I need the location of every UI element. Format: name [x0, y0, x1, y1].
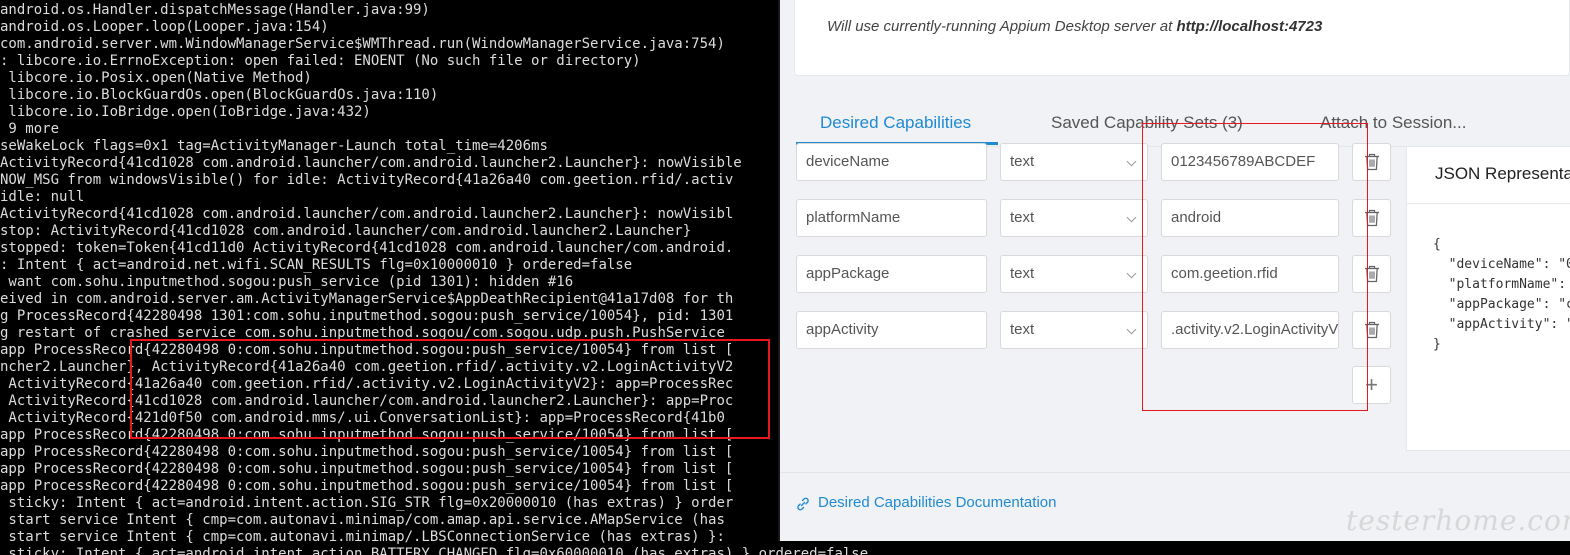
json-panel-divider [1407, 203, 1570, 204]
capability-name-input[interactable]: deviceName [796, 143, 987, 181]
console-line: ActivityRecord{421d0f50 com.android.mms/… [0, 410, 725, 426]
footer-divider [780, 472, 1570, 473]
json-line: "deviceName": "0123456789ABCDEF", [1448, 257, 1570, 272]
delete-capability-button[interactable] [1352, 199, 1391, 237]
console-line: seWakeLock flags=0x1 tag=ActivityManager… [0, 138, 548, 154]
console-line: app ProcessRecord{42280498 0:com.sohu.in… [0, 342, 734, 358]
server-info-card: Will use currently-running Appium Deskto… [794, 0, 1570, 76]
server-info-prefix: Will use currently-running Appium Deskto… [827, 18, 1177, 35]
json-line: "appPackage": "com.geetion.rfid", [1448, 297, 1570, 312]
capability-type-value: text [1010, 265, 1035, 282]
appium-session-window: Will use currently-running Appium Deskto… [780, 0, 1570, 541]
console-line: sticky: Intent { act=android.intent.acti… [0, 495, 734, 511]
console-line: com.android.server.wm.WindowManagerServi… [0, 36, 725, 52]
console-line: libcore.io.IoBridge.open(IoBridge.java:4… [0, 104, 371, 120]
capability-type-value: text [1010, 153, 1035, 170]
capability-type-value: text [1010, 321, 1035, 338]
console-line: g ProcessRecord{42280498 1301:com.sohu.i… [0, 308, 734, 324]
delete-capability-button[interactable] [1352, 143, 1391, 181]
console-line: : Intent { act=android.net.wifi.SCAN_RES… [0, 257, 633, 273]
console-line: app ProcessRecord{42280498 0:com.sohu.in… [0, 461, 734, 477]
console-line: want com.sohu.inputmethod.sogou:push_ser… [0, 274, 574, 290]
delete-capability-button[interactable] [1352, 255, 1391, 293]
capability-value-input[interactable]: .activity.v2.LoginActivityV2 [1161, 311, 1339, 349]
trash-icon [1365, 153, 1379, 171]
chevron-down-icon [1126, 268, 1137, 279]
console-line: app ProcessRecord{42280498 0:com.sohu.in… [0, 427, 734, 443]
capability-type-select[interactable]: text [1000, 311, 1148, 349]
capability-type-select[interactable]: text [1000, 255, 1148, 293]
tab-saved-capability-sets[interactable]: Saved Capability Sets (3) [1051, 113, 1243, 133]
trash-icon [1365, 321, 1379, 339]
console-line: eived in com.android.server.am.ActivityM… [0, 291, 734, 307]
server-info-text: Will use currently-running Appium Deskto… [827, 18, 1322, 35]
capability-type-value: text [1010, 209, 1035, 226]
watermark: testerhome.com [1346, 504, 1570, 537]
console-line: idle: null [0, 189, 85, 205]
capability-name-input[interactable]: platformName [796, 199, 987, 237]
capability-type-select[interactable]: text [1000, 199, 1148, 237]
capability-type-select[interactable]: text [1000, 143, 1148, 181]
console-line: app ProcessRecord{42280498 0:com.sohu.in… [0, 478, 734, 494]
json-line: "appActivity": ".activity.v2.LoginActivi… [1448, 317, 1570, 332]
console-line: libcore.io.Posix.open(Native Method) [0, 70, 312, 86]
tab-attach-to-session[interactable]: Attach to Session... [1320, 113, 1466, 133]
console-line: stopped: token=Token{41cd11d0 ActivityRe… [0, 240, 734, 256]
console-line: app ProcessRecord{42280498 0:com.sohu.in… [0, 444, 734, 460]
tab-desired-capabilities[interactable]: Desired Capabilities [820, 113, 971, 133]
json-line: { [1433, 237, 1441, 252]
console-line: ncher2.Launcher}, ActivityRecord{41a26a4… [0, 359, 734, 375]
console-line: 9 more [0, 121, 60, 137]
capability-value-input[interactable]: 0123456789ABCDEF [1161, 143, 1339, 181]
plus-icon: + [1365, 372, 1378, 397]
console-line: stop: ActivityRecord{41cd1028 com.androi… [0, 223, 692, 239]
console-line: ActivityRecord{41cd1028 com.android.laun… [0, 155, 742, 171]
json-code: { "deviceName": "0123456789ABCDEF", "pla… [1433, 235, 1570, 355]
chevron-down-icon [1126, 324, 1137, 335]
console-line: ActivityRecord{41cd1028 com.android.laun… [0, 393, 734, 409]
tab-bar: Desired Capabilities Saved Capability Se… [796, 108, 1570, 147]
json-panel-title: JSON Representation [1435, 164, 1570, 183]
console-line: ActivityRecord{41a26a40 com.geetion.rfid… [0, 376, 734, 392]
console-line: android.os.Handler.dispatchMessage(Handl… [0, 2, 430, 18]
console-line: android.os.Looper.loop(Looper.java:154) [0, 19, 329, 35]
json-representation-panel: JSON Representation { "deviceName": "012… [1406, 146, 1570, 451]
trash-icon [1365, 209, 1379, 227]
server-url: http://localhost:4723 [1176, 18, 1323, 35]
doc-link-label: Desired Capabilities Documentation [818, 494, 1057, 511]
capability-value-input[interactable]: com.geetion.rfid [1161, 255, 1339, 293]
json-line: } [1433, 337, 1441, 352]
console-line: NOW_MSG from windowsVisible() for idle: … [0, 172, 734, 188]
capability-value-input[interactable]: android [1161, 199, 1339, 237]
json-line: "platformName": "android", [1448, 277, 1567, 292]
add-capability-button[interactable]: + [1352, 366, 1391, 404]
chevron-down-icon [1126, 156, 1137, 167]
console-line: : libcore.io.ErrnoException: open failed… [0, 53, 641, 69]
delete-capability-button[interactable] [1352, 311, 1391, 349]
console-line: start service Intent { cmp=com.autonavi.… [0, 512, 725, 528]
trash-icon [1365, 265, 1379, 283]
console-log: android.os.Handler.dispatchMessage(Handl… [0, 2, 868, 555]
chevron-down-icon [1126, 212, 1137, 223]
console-line: start service Intent { cmp=com.autonavi.… [0, 529, 725, 545]
console-line: sticky: Intent { act=android.intent.acti… [0, 546, 869, 555]
capability-name-input[interactable]: appActivity [796, 311, 987, 349]
console-line: ActivityRecord{41cd1028 com.android.laun… [0, 206, 734, 222]
console-line: g restart of crashed service com.sohu.in… [0, 325, 725, 341]
capability-name-input[interactable]: appPackage [796, 255, 987, 293]
link-icon [797, 497, 809, 511]
console-line: libcore.io.BlockGuardOs.open(BlockGuardO… [0, 87, 439, 103]
